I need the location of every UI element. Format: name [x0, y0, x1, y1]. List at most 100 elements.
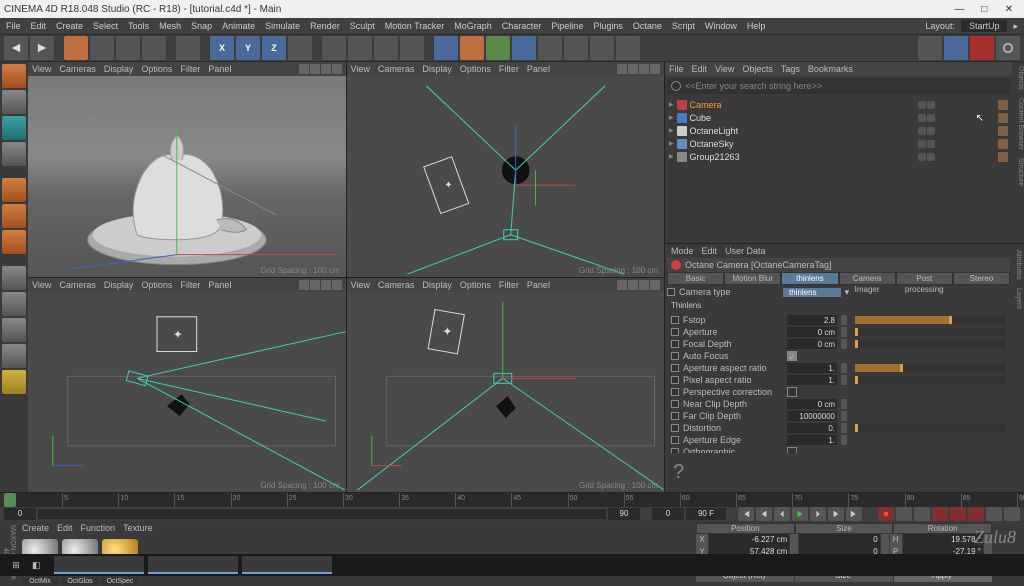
tag-icon[interactable]: [998, 100, 1008, 110]
object-tree[interactable]: ▸Camera▸Cube▸OctaneLight▸OctaneSky▸Group…: [665, 96, 1012, 174]
vp-nav-icon[interactable]: [617, 280, 627, 290]
attrtab-user-data[interactable]: User Data: [725, 246, 766, 258]
param-value[interactable]: 0 cm: [787, 399, 837, 409]
model-mode-button[interactable]: [2, 64, 26, 88]
vp-menu-panel[interactable]: Panel: [527, 280, 550, 290]
menu-edit[interactable]: Edit: [31, 21, 47, 31]
size-field[interactable]: 0: [799, 534, 879, 546]
param-checkbox[interactable]: [671, 352, 679, 360]
menu-animate[interactable]: Animate: [222, 21, 255, 31]
vp-menu-display[interactable]: Display: [422, 64, 452, 74]
param-value[interactable]: 0 cm: [787, 339, 837, 349]
objtab-view[interactable]: View: [715, 64, 734, 74]
visibility-dot[interactable]: [918, 114, 926, 122]
param-checkbox[interactable]: [671, 340, 679, 348]
param-slider[interactable]: [855, 364, 1006, 372]
objtab-tags[interactable]: Tags: [781, 64, 800, 74]
points-mode-button[interactable]: [2, 178, 26, 202]
viewport-front[interactable]: ViewCamerasDisplayOptionsFilterPanel Fro…: [347, 278, 665, 493]
record-button[interactable]: [878, 507, 894, 521]
param-checkbox[interactable]: [671, 436, 679, 444]
vp-menu-filter[interactable]: Filter: [499, 64, 519, 74]
frame-current[interactable]: 0: [652, 508, 684, 520]
vp-nav-icon[interactable]: [310, 64, 320, 74]
viewport-right[interactable]: ViewCamerasDisplayOptionsFilterPanel Rig…: [28, 278, 346, 493]
expand-icon[interactable]: ▸: [669, 151, 674, 162]
y-axis-toggle[interactable]: Y: [236, 36, 260, 60]
next-key-button[interactable]: [828, 507, 844, 521]
object-row[interactable]: ▸OctaneSky: [669, 137, 1008, 150]
taskbar-app[interactable]: [54, 556, 144, 574]
play-button[interactable]: [792, 507, 808, 521]
vp-nav-icon[interactable]: [332, 64, 342, 74]
octane-settings-button[interactable]: [996, 36, 1020, 60]
object-row[interactable]: ▸Group21263: [669, 150, 1008, 163]
vp-menu-options[interactable]: Options: [460, 64, 491, 74]
frame-start[interactable]: 0: [4, 508, 36, 520]
visibility-dot[interactable]: [918, 140, 926, 148]
coord-system-toggle[interactable]: [288, 36, 312, 60]
vp-menu-options[interactable]: Options: [460, 280, 491, 290]
param-value[interactable]: 1.: [787, 375, 837, 385]
next-frame-button[interactable]: [810, 507, 826, 521]
workplane-snap-button[interactable]: [2, 344, 26, 368]
objtab-bookmarks[interactable]: Bookmarks: [808, 64, 853, 74]
render-dot[interactable]: [927, 101, 935, 109]
vp-menu-display[interactable]: Display: [104, 64, 134, 74]
add-spline-button[interactable]: [486, 36, 510, 60]
menu-pipeline[interactable]: Pipeline: [551, 21, 583, 31]
timeline-playhead[interactable]: [4, 493, 16, 507]
camtab-stereo[interactable]: Stereo: [953, 272, 1010, 285]
objtab-objects[interactable]: Objects: [742, 64, 773, 74]
param-checkbox[interactable]: [671, 412, 679, 420]
object-row[interactable]: ▸Camera: [669, 98, 1008, 111]
param-slider[interactable]: [855, 424, 1006, 432]
prev-key-button[interactable]: [756, 507, 772, 521]
mattab-create[interactable]: Create: [22, 523, 49, 535]
timeline-track[interactable]: 051015202530354045505560657075808590: [4, 493, 1020, 507]
attr-side-tabs[interactable]: AttributesLayers: [1010, 246, 1022, 453]
octane-button-1[interactable]: [918, 36, 942, 60]
vp-menu-cameras[interactable]: Cameras: [59, 280, 96, 290]
param-checkbox[interactable]: [671, 388, 679, 396]
tag-icon[interactable]: [998, 152, 1008, 162]
key-pla-button[interactable]: [1004, 507, 1020, 521]
vp-menu-panel[interactable]: Panel: [208, 280, 231, 290]
spinner[interactable]: [841, 315, 847, 325]
viewport-top[interactable]: ViewCamerasDisplayOptionsFilterPanel Top…: [347, 62, 665, 277]
param-slider[interactable]: [855, 316, 1006, 324]
checkbox[interactable]: ✓: [787, 351, 797, 361]
vp-menu-display[interactable]: Display: [104, 280, 134, 290]
vp-nav-icon[interactable]: [617, 64, 627, 74]
add-environment-button[interactable]: [564, 36, 588, 60]
mattab-texture[interactable]: Texture: [123, 523, 153, 535]
vp-menu-panel[interactable]: Panel: [208, 64, 231, 74]
task-view-button[interactable]: ◧: [32, 560, 50, 571]
key-rot-button[interactable]: [968, 507, 984, 521]
range-slider[interactable]: [38, 509, 606, 519]
frame-end[interactable]: 90: [608, 508, 640, 520]
rot-field[interactable]: 19.578 °: [903, 534, 983, 546]
enable-axis-button[interactable]: [2, 292, 26, 316]
object-search[interactable]: <<Enter your search string here>>: [667, 78, 1010, 94]
render-view-button[interactable]: [322, 36, 346, 60]
expand-icon[interactable]: ▸: [669, 99, 674, 110]
menu-simulate[interactable]: Simulate: [265, 21, 300, 31]
objtab-file[interactable]: File: [669, 64, 684, 74]
vp-nav-icon[interactable]: [299, 280, 309, 290]
spinner[interactable]: [841, 375, 847, 385]
expand-icon[interactable]: ▸: [669, 112, 674, 123]
octane-live-button[interactable]: [970, 36, 994, 60]
param-value[interactable]: 2.8: [787, 315, 837, 325]
texture-mode-button[interactable]: [2, 116, 26, 140]
add-generator-button[interactable]: [512, 36, 536, 60]
taskbar-app[interactable]: [242, 556, 332, 574]
help-icon[interactable]: ?: [665, 453, 1024, 492]
vp-nav-icon[interactable]: [310, 280, 320, 290]
param-checkbox[interactable]: [671, 316, 679, 324]
checkbox[interactable]: [787, 387, 797, 397]
render-dot[interactable]: [927, 140, 935, 148]
snap-button[interactable]: [2, 318, 26, 342]
menu-sculpt[interactable]: Sculpt: [350, 21, 375, 31]
vp-nav-icon[interactable]: [628, 280, 638, 290]
